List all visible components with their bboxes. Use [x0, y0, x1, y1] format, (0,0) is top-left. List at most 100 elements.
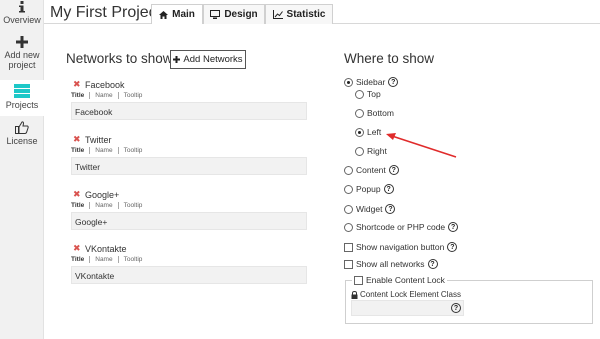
- network-name: Google+: [85, 190, 120, 200]
- option-label: Top: [367, 89, 381, 99]
- network-tab-title[interactable]: Title: [71, 202, 91, 209]
- lock-icon: [351, 290, 358, 299]
- network-tab-tooltip[interactable]: Tooltip: [124, 256, 143, 263]
- show-navigation-checkbox[interactable]: [344, 242, 353, 252]
- help-icon[interactable]: ?: [447, 242, 458, 252]
- tab-label: Statistic: [286, 9, 326, 20]
- position-bottom-radio[interactable]: [355, 108, 364, 118]
- sidebar-item-add-new-project[interactable]: Add new project: [0, 36, 44, 76]
- network-tab-title[interactable]: Title: [71, 147, 91, 154]
- popup-radio[interactable]: [344, 184, 353, 194]
- shortcode-radio[interactable]: [344, 222, 353, 232]
- network-tab-name[interactable]: Name: [95, 202, 119, 209]
- sidebar-item-label: Overview: [3, 15, 41, 25]
- enable-content-lock-option[interactable]: Enable Content Lock: [352, 275, 447, 285]
- stack-icon: [14, 84, 30, 98]
- networks-section-title: Networks to show: [66, 51, 173, 66]
- option-label: Show all networks: [356, 259, 425, 269]
- remove-icon[interactable]: ✖: [73, 134, 81, 145]
- network-tab-tooltip[interactable]: Tooltip: [124, 202, 143, 209]
- network-item-twitter: ✖ Twitter Title Name Tooltip Twitter: [71, 134, 307, 175]
- option-label: Popup: [356, 184, 381, 194]
- plus-icon: [173, 56, 181, 63]
- help-icon[interactable]: ?: [427, 259, 438, 269]
- option-label: Shortcode or PHP code: [356, 222, 446, 232]
- remove-icon[interactable]: ✖: [73, 79, 81, 90]
- tab-main[interactable]: Main: [151, 4, 203, 24]
- plus-icon: [16, 36, 28, 48]
- position-left-radio[interactable]: [355, 127, 364, 137]
- option-label: Enable Content Lock: [366, 275, 445, 285]
- network-field-tabs: Title Name Tooltip: [71, 92, 307, 101]
- option-label: Show navigation button: [356, 242, 445, 252]
- option-label: Bottom: [367, 108, 394, 118]
- network-name: Twitter: [85, 135, 112, 145]
- network-item-googleplus: ✖ Google+ Title Name Tooltip Google+: [71, 189, 307, 230]
- help-icon[interactable]: ?: [383, 184, 394, 194]
- option-content[interactable]: Content ?: [344, 165, 399, 175]
- show-navigation-button-option[interactable]: Show navigation button ?: [344, 242, 458, 252]
- position-bottom[interactable]: Bottom: [355, 108, 394, 118]
- sidebar-item-label: Projects: [5, 100, 39, 110]
- network-tab-name[interactable]: Name: [95, 256, 119, 263]
- add-networks-button[interactable]: Add Networks: [170, 50, 246, 69]
- network-title-input[interactable]: Twitter: [71, 157, 307, 175]
- sidebar-item-label: Add new: [4, 50, 40, 60]
- network-title-input[interactable]: Google+: [71, 212, 307, 230]
- sidebar-item-overview[interactable]: Overview: [0, 0, 44, 30]
- sidebar-item-projects[interactable]: Projects: [0, 80, 44, 116]
- network-tab-title[interactable]: Title: [71, 92, 91, 99]
- content-lock-class-input[interactable]: [351, 300, 464, 316]
- network-tab-tooltip[interactable]: Tooltip: [124, 92, 143, 99]
- remove-icon[interactable]: ✖: [73, 243, 81, 254]
- option-widget[interactable]: Widget ?: [344, 204, 396, 214]
- home-icon: [159, 10, 169, 19]
- option-label: Content: [356, 165, 386, 175]
- position-top-radio[interactable]: [355, 89, 364, 99]
- tab-label: Main: [172, 9, 195, 20]
- tab-design[interactable]: Design: [203, 4, 265, 24]
- network-tab-tooltip[interactable]: Tooltip: [124, 147, 143, 154]
- thumbs-up-icon: [15, 121, 29, 134]
- project-title: My First Project: [50, 4, 162, 21]
- widget-radio[interactable]: [344, 204, 353, 214]
- sidebar-item-label: License: [6, 136, 38, 146]
- info-icon: [19, 1, 25, 13]
- monitor-icon: [210, 10, 221, 19]
- help-icon[interactable]: ?: [451, 303, 461, 313]
- sidebar-item-label: project: [8, 60, 36, 70]
- network-tab-title[interactable]: Title: [71, 256, 91, 263]
- network-tab-name[interactable]: Name: [95, 147, 119, 154]
- tab-statistic[interactable]: Statistic: [265, 4, 333, 24]
- option-label: Sidebar: [356, 77, 386, 87]
- network-name: Facebook: [85, 80, 125, 90]
- remove-icon[interactable]: ✖: [73, 189, 81, 200]
- show-all-networks-option[interactable]: Show all networks ?: [344, 259, 438, 269]
- help-icon[interactable]: ?: [388, 165, 399, 175]
- position-top[interactable]: Top: [355, 89, 381, 99]
- network-title-input[interactable]: VKontakte: [71, 266, 307, 284]
- option-shortcode[interactable]: Shortcode or PHP code ?: [344, 222, 459, 232]
- help-icon[interactable]: ?: [448, 222, 459, 232]
- position-left[interactable]: Left: [355, 127, 381, 137]
- option-popup[interactable]: Popup ?: [344, 184, 394, 194]
- network-item-vkontakte: ✖ VKontakte Title Name Tooltip VKontakte: [71, 243, 307, 284]
- option-label: Widget: [356, 204, 383, 214]
- add-networks-label: Add Networks: [183, 54, 243, 65]
- network-field-tabs: Title Name Tooltip: [71, 202, 307, 211]
- network-field-tabs: Title Name Tooltip: [71, 147, 307, 156]
- sidebar-item-license[interactable]: License: [0, 121, 44, 151]
- app-root: Overview Add new project Projects Licens…: [0, 0, 600, 339]
- network-title-input[interactable]: Facebook: [71, 102, 307, 120]
- network-tab-name[interactable]: Name: [95, 92, 119, 99]
- help-icon[interactable]: ?: [385, 204, 396, 214]
- option-sidebar[interactable]: Sidebar ?: [344, 77, 399, 87]
- network-field-tabs: Title Name Tooltip: [71, 256, 307, 265]
- content-lock-checkbox[interactable]: [354, 275, 363, 285]
- help-icon[interactable]: ?: [388, 77, 399, 87]
- where-section-title: Where to show: [344, 51, 435, 66]
- sidebar-radio[interactable]: [344, 77, 353, 87]
- content-radio[interactable]: [344, 165, 353, 175]
- position-right-radio[interactable]: [355, 146, 364, 156]
- show-all-networks-checkbox[interactable]: [344, 259, 353, 269]
